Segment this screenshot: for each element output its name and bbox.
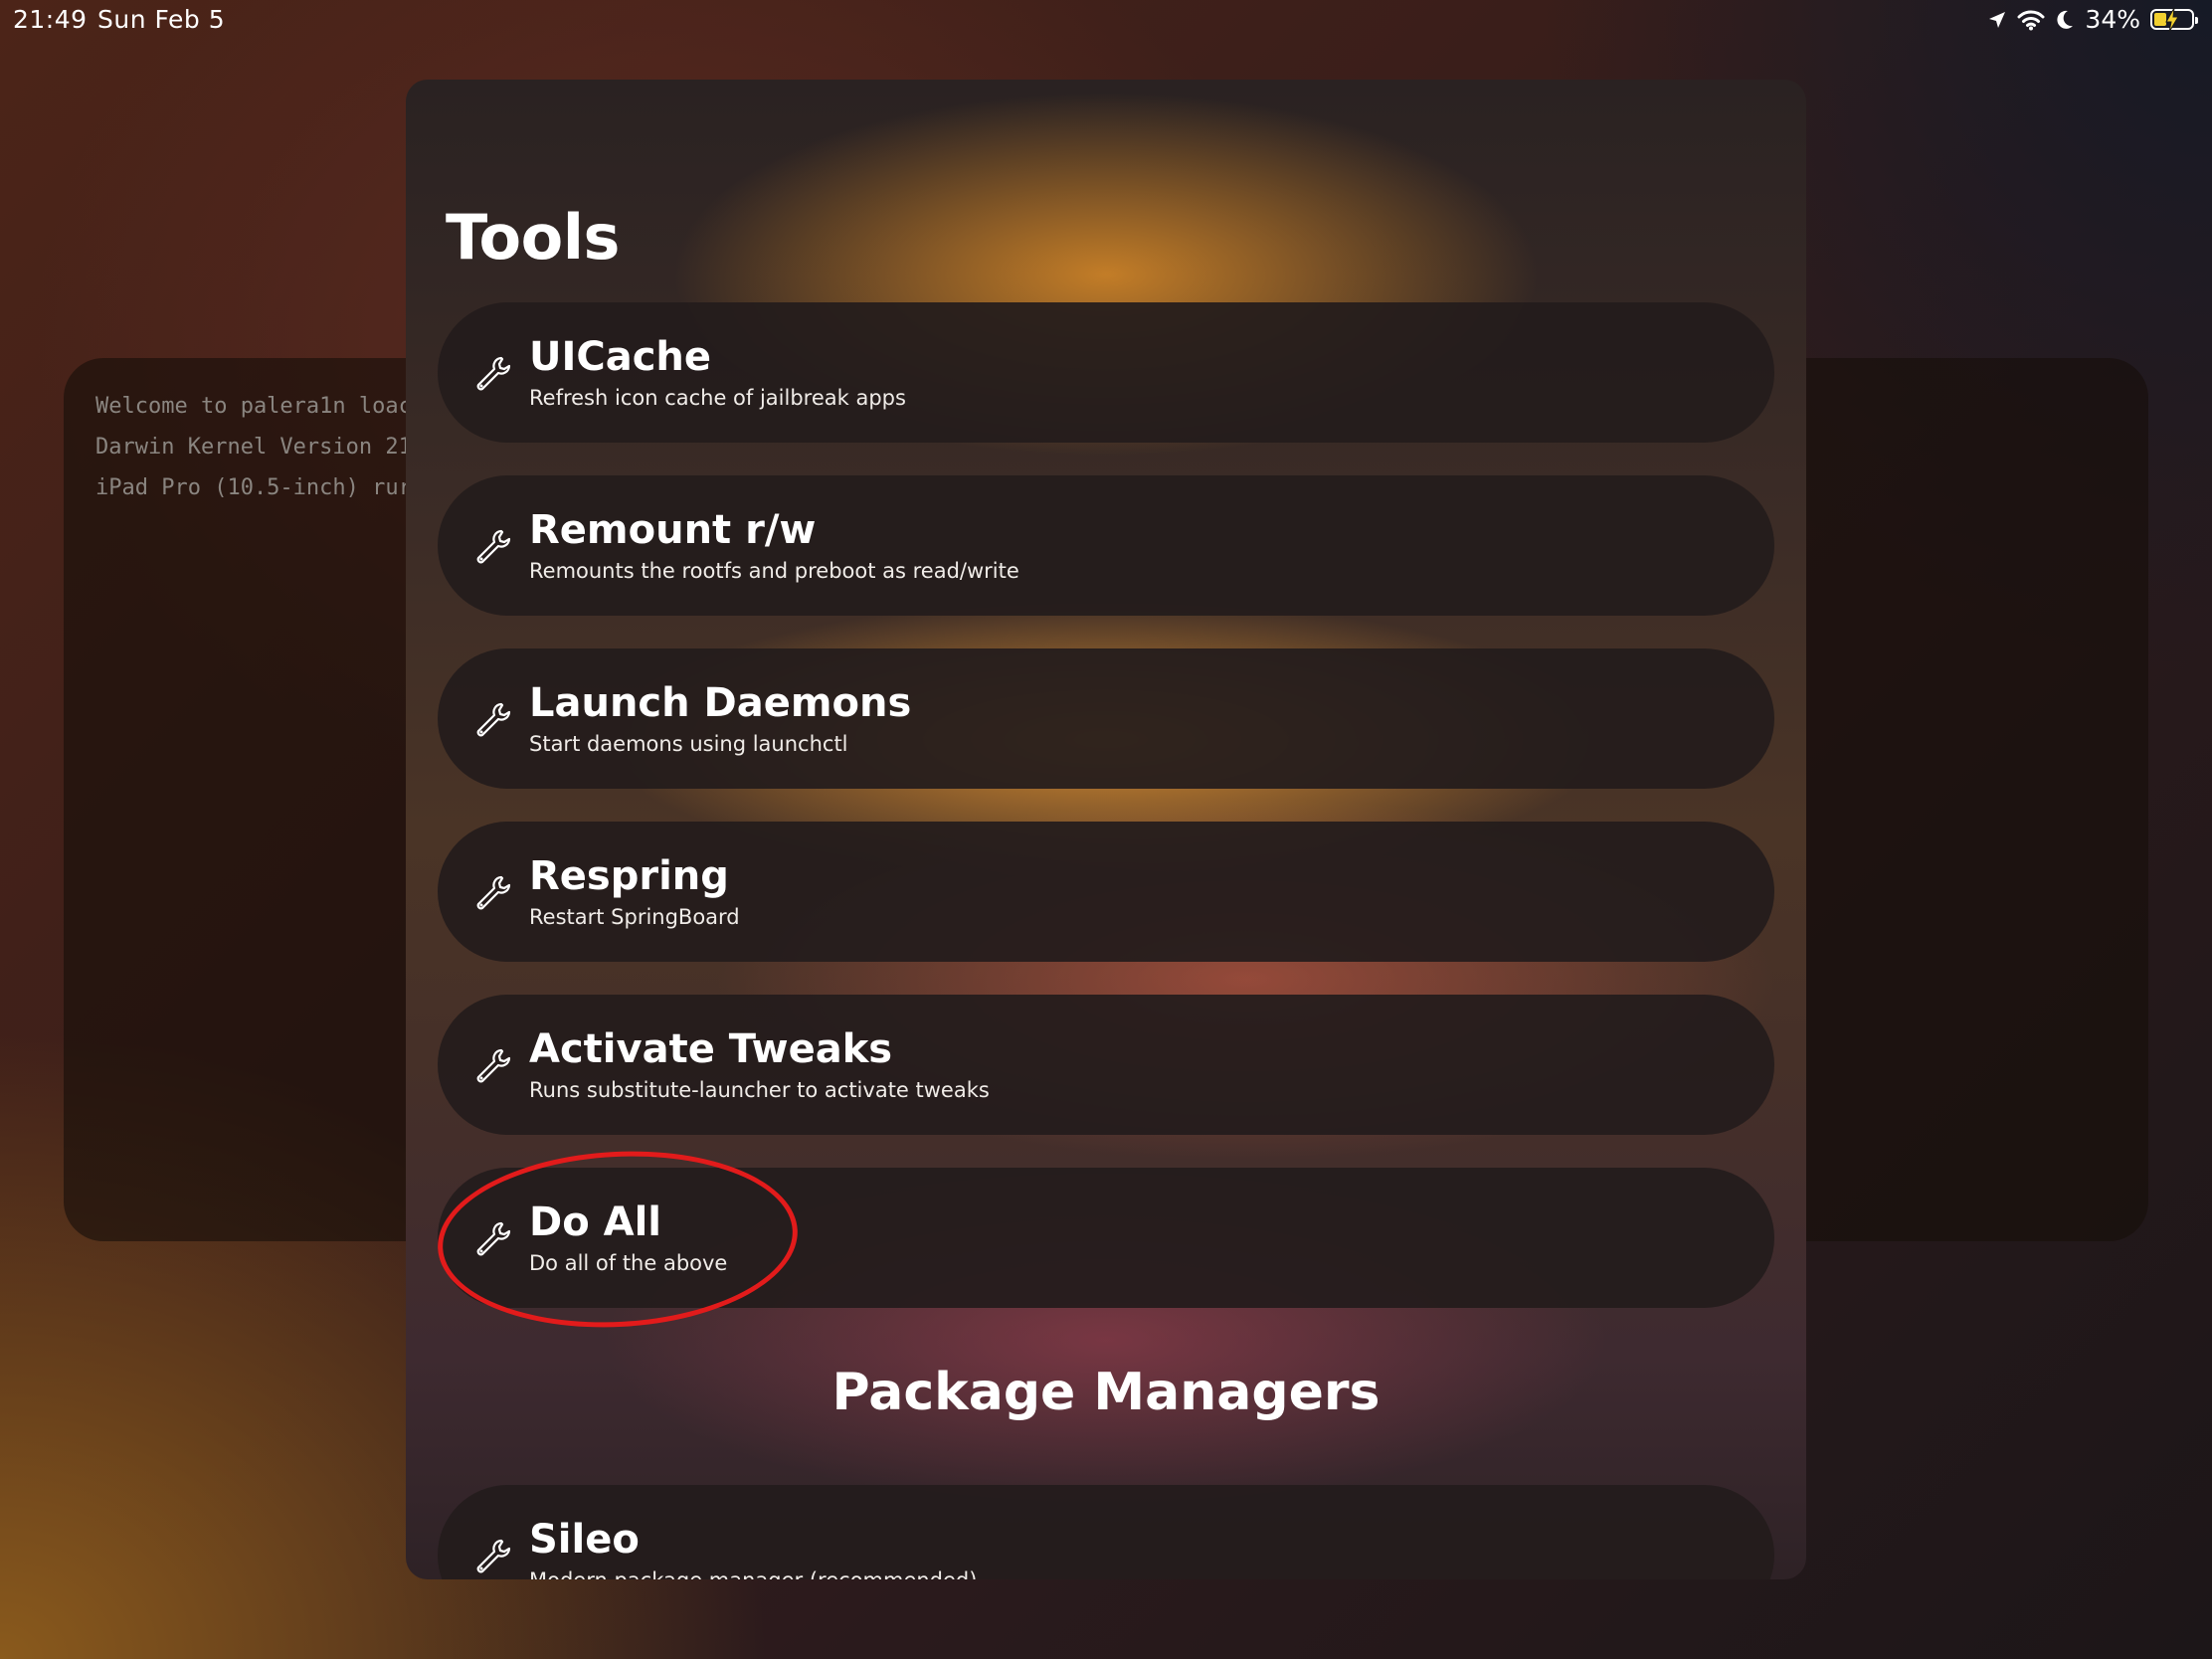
tool-remount-button[interactable]: Remount r/w Remounts the rootfs and preb…: [438, 475, 1774, 616]
wrench-icon: [476, 356, 511, 391]
tool-uicache-button[interactable]: UICache Refresh icon cache of jailbreak …: [438, 302, 1774, 443]
tool-description: Restart SpringBoard: [529, 905, 740, 929]
wrench-icon: [476, 875, 511, 910]
tool-title: Remount r/w: [529, 507, 817, 553]
tool-activate-tweaks-button[interactable]: Activate Tweaks Runs substitute-launcher…: [438, 995, 1774, 1135]
wrench-icon: [476, 702, 511, 737]
tool-title: Sileo: [529, 1517, 640, 1563]
status-bar: 21:49 Sun Feb 5 34%: [0, 0, 2212, 40]
wrench-icon: [476, 1048, 511, 1083]
tool-title: Launch Daemons: [529, 680, 912, 726]
tools-section-title: Tools: [446, 201, 620, 274]
tool-launch-daemons-button[interactable]: Launch Daemons Start daemons using launc…: [438, 648, 1774, 789]
tools-sheet[interactable]: Tools UICache Refresh icon cache of jail…: [406, 80, 1806, 1579]
location-arrow-icon: [1987, 10, 2007, 30]
status-indicators: 34%: [1987, 5, 2198, 34]
terminal-line: iPad Pro (10.5-inch) rur: [95, 475, 412, 500]
battery-percent: 34%: [2085, 5, 2140, 34]
tool-description: Remounts the rootfs and preboot as read/…: [529, 559, 1019, 583]
tool-description: Start daemons using launchctl: [529, 732, 848, 756]
moon-icon: [2055, 9, 2075, 31]
package-manager-sileo-button[interactable]: Sileo Modern package manager (recommende…: [438, 1485, 1774, 1579]
tool-title: Activate Tweaks: [529, 1026, 893, 1072]
tool-description: Modern package manager (recommended): [529, 1568, 977, 1579]
status-date: Sun Feb 5: [97, 5, 226, 34]
tool-description: Refresh icon cache of jailbreak apps: [529, 386, 906, 410]
tool-description: Runs substitute-launcher to activate twe…: [529, 1078, 990, 1102]
terminal-line: Darwin Kernel Version 21: [95, 435, 412, 460]
wrench-icon: [476, 529, 511, 564]
status-time: 21:49: [13, 5, 88, 34]
terminal-output: Welcome to palera1n loac Darwin Kernel Ve…: [95, 386, 412, 508]
wrench-icon: [476, 1539, 511, 1573]
tool-title: Respring: [529, 853, 729, 899]
package-managers-section-title: Package Managers: [831, 1363, 1381, 1422]
tool-title: UICache: [529, 334, 712, 380]
tool-respring-button[interactable]: Respring Restart SpringBoard: [438, 822, 1774, 962]
wifi-icon: [2017, 9, 2045, 31]
terminal-line: Welcome to palera1n loac: [95, 394, 412, 419]
battery-charging-icon: [2150, 8, 2198, 32]
